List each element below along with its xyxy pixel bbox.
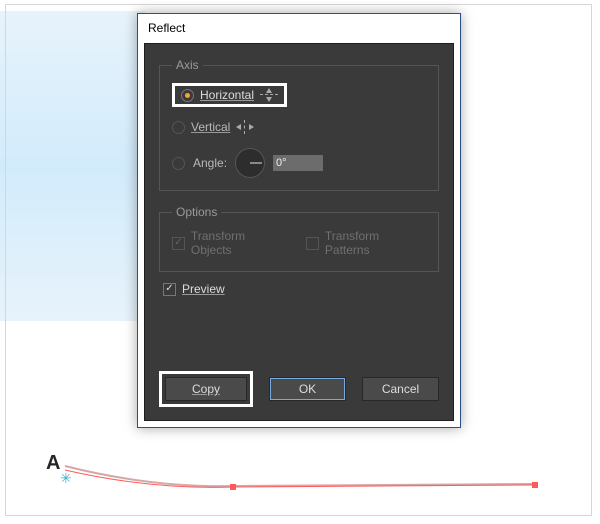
path-curve[interactable] xyxy=(62,464,542,494)
options-legend: Options xyxy=(172,205,221,219)
preview-checkbox[interactable] xyxy=(163,283,176,296)
reflect-horizontal-icon xyxy=(260,88,278,102)
path-handle-end[interactable] xyxy=(532,482,538,488)
axis-vertical-radio[interactable] xyxy=(172,121,185,134)
axis-legend: Axis xyxy=(172,58,203,72)
transform-patterns-checkbox[interactable] xyxy=(306,237,319,250)
axis-horizontal-label[interactable]: Horizontal xyxy=(200,88,254,102)
dialog-panel: Axis Horizontal Vertical Angle: xyxy=(144,43,454,421)
cancel-button[interactable]: Cancel xyxy=(362,377,439,401)
ok-button[interactable]: OK xyxy=(269,377,346,401)
axis-angle-radio[interactable] xyxy=(172,157,185,170)
options-fieldset: Options Transform Objects Transform Patt… xyxy=(159,205,439,272)
path-handle-mid[interactable] xyxy=(230,484,236,490)
cancel-button-label: Cancel xyxy=(382,382,419,396)
axis-horizontal-radio[interactable] xyxy=(181,89,194,102)
copy-highlight: Copy xyxy=(159,371,253,407)
dialog-title: Reflect xyxy=(148,21,185,35)
canvas-area: A ✳ xyxy=(38,450,553,510)
angle-knob[interactable] xyxy=(235,148,265,178)
axis-vertical-label[interactable]: Vertical xyxy=(191,120,230,134)
angle-field[interactable] xyxy=(273,155,323,171)
dialog-titlebar[interactable]: Reflect xyxy=(138,14,460,42)
point-marker-label: A xyxy=(46,452,60,475)
preview-label[interactable]: Preview xyxy=(182,282,225,296)
reflect-vertical-icon xyxy=(236,120,254,134)
horizontal-highlight: Horizontal xyxy=(172,83,287,107)
dialog-buttons: Copy OK Cancel xyxy=(159,372,439,406)
ok-button-label: OK xyxy=(299,382,316,396)
axis-angle-label: Angle: xyxy=(193,156,227,170)
copy-button-label: Copy xyxy=(192,382,220,396)
transform-objects-checkbox[interactable] xyxy=(172,237,185,250)
copy-button[interactable]: Copy xyxy=(165,377,247,401)
transform-patterns-label: Transform Patterns xyxy=(325,229,426,257)
reflect-dialog: Reflect Axis Horizontal Vertical Angle: xyxy=(137,13,461,428)
axis-fieldset: Axis Horizontal Vertical Angle: xyxy=(159,58,439,191)
transform-objects-label: Transform Objects xyxy=(191,229,288,257)
